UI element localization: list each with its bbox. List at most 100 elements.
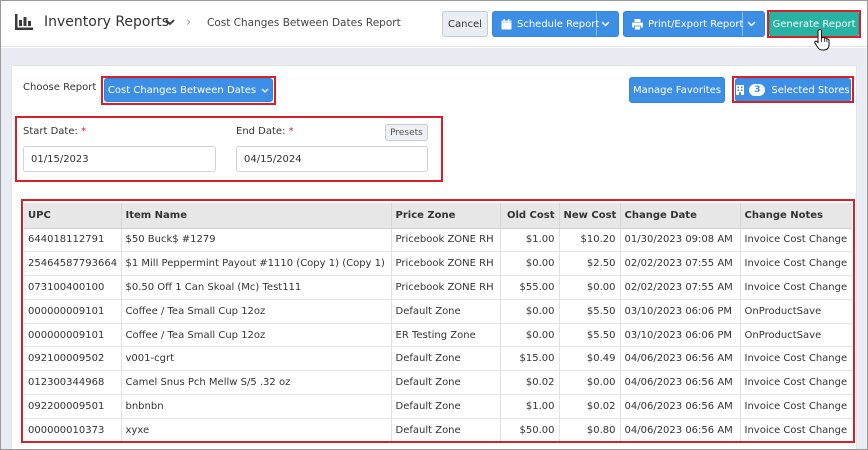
table-row[interactable]: 25464587793664 $1 Mill Peppermint Payout… [24,251,852,277]
required-mark: * [81,126,87,137]
cell-price-zone: Pricebook ZONE RH [391,275,501,300]
start-date-label: Start Date: * [23,126,86,137]
cell-new-cost: $5.50 [559,299,621,324]
cell-price-zone: ER Testing Zone [391,323,501,348]
cell-new-cost: $0.02 [559,394,621,419]
table-row[interactable]: 073100400100 $0.50 Off 1 Can Skoal (Mc) … [24,275,852,300]
cell-upc: 012300344968 [24,370,122,396]
column-header-old-cost[interactable]: Old Cost [500,203,560,229]
cell-old-cost: $15.00 [500,346,560,372]
table-row[interactable]: 000000009101 Coffee / Tea Small Cup 12oz… [24,299,852,324]
cell-item-name: bnbnbn [121,394,392,419]
selected-stores-button[interactable]: 3 Selected Stores [735,78,851,102]
manage-favorites-button[interactable]: Manage Favorites [629,77,725,103]
cell-item-name: $0.50 Off 1 Can Skoal (Mc) Test111 [121,275,392,300]
cell-price-zone: Pricebook ZONE RH [391,251,501,277]
cell-item-name: Camel Snus Pch Mellw S/5 .32 oz [121,370,392,396]
cell-change-notes: OnProductSave [740,299,852,324]
column-header-new-cost[interactable]: New Cost [559,203,621,229]
start-date-label-text: Start Date: [23,126,78,137]
column-header-price-zone[interactable]: Price Zone [391,203,501,229]
cell-change-date: 04/06/2023 06:56 AM [620,370,741,396]
cell-old-cost: $1.00 [500,228,560,253]
cell-change-date: 01/30/2023 09:08 AM [620,228,741,253]
cost-changes-table: UPC Item Name Price Zone Old Cost New Co… [24,203,852,442]
cell-change-notes: Invoice Cost Change [740,370,852,396]
column-header-change-date[interactable]: Change Date [620,203,741,229]
cell-upc: 092200009501 [24,394,122,419]
end-date-input[interactable] [236,146,428,172]
cell-new-cost: $2.50 [559,251,621,277]
cell-item-name: $50 Buck$ #1279 [121,228,392,253]
choose-report-label: Choose Report [23,82,97,93]
calendar-icon [501,18,512,29]
start-date-input[interactable] [23,146,216,172]
cell-change-notes: Invoice Cost Change [740,275,852,300]
cell-old-cost: $0.02 [500,370,560,396]
cell-item-name: v001-cgrt [121,346,392,372]
print-export-button[interactable]: Print/Export Report [623,11,765,37]
cell-change-notes: Invoice Cost Change [740,251,852,277]
cell-change-date: 02/02/2023 07:55 AM [620,275,741,300]
table-row[interactable]: 092200009501 bnbnbn Default Zone $1.00 $… [24,394,852,419]
print-dropdown-toggle[interactable] [742,12,764,36]
cell-upc: 000000010373 [24,418,122,442]
presets-button[interactable]: Presets [385,124,428,141]
cell-item-name: Coffee / Tea Small Cup 12oz [121,323,392,348]
cell-price-zone: Default Zone [391,394,501,419]
choose-report-value: Cost Changes Between Dates [107,84,257,96]
table-row[interactable]: 000000010373 xyxe Default Zone $50.00 $0… [24,418,852,442]
cell-change-date: 04/06/2023 06:56 AM [620,418,741,442]
cell-price-zone: Default Zone [391,370,501,396]
breadcrumb: Cost Changes Between Dates Report [207,17,401,29]
print-export-label: Print/Export Report [648,18,744,30]
cell-upc: 000000009101 [24,299,122,324]
table-row[interactable]: 092100009502 v001-cgrt Default Zone $15.… [24,346,852,372]
cell-change-notes: Invoice Cost Change [740,228,852,253]
chevron-down-icon [746,21,756,27]
cell-change-notes: Invoice Cost Change [740,346,852,372]
cell-old-cost: $0.00 [500,323,560,348]
report-app-icon [15,14,33,30]
column-header-item-name[interactable]: Item Name [121,203,392,229]
cell-item-name: $1 Mill Peppermint Payout #1110 (Copy 1)… [121,251,392,277]
choose-report-dropdown[interactable]: Cost Changes Between Dates [104,78,273,102]
table-row[interactable]: 000000009101 Coffee / Tea Small Cup 12oz… [24,323,852,348]
cell-new-cost: $0.00 [559,370,621,396]
cell-change-notes: OnProductSave [740,323,852,348]
cancel-button[interactable]: Cancel [442,11,488,37]
page-header: Inventory Reports › Cost Changes Between… [1,1,867,47]
table-row[interactable]: 012300344968 Camel Snus Pch Mellw S/5 .3… [24,370,852,396]
cell-price-zone: Default Zone [391,418,501,442]
chevron-down-icon [261,88,269,93]
column-header-upc[interactable]: UPC [24,203,122,229]
chevron-down-icon[interactable] [164,15,176,29]
cell-change-date: 03/10/2023 06:06 PM [620,299,741,324]
cell-new-cost: $0.49 [559,346,621,372]
cell-new-cost: $5.50 [559,323,621,348]
cell-old-cost: $1.00 [500,394,560,419]
cell-upc: 092100009502 [24,346,122,372]
cell-old-cost: $55.00 [500,275,560,300]
cell-change-date: 02/02/2023 07:55 AM [620,251,741,277]
column-header-change-notes[interactable]: Change Notes [740,203,852,229]
cell-item-name: xyxe [121,418,392,442]
selected-stores-label: Selected Stores [771,84,850,96]
cell-price-zone: Default Zone [391,299,501,324]
cell-change-date: 03/10/2023 06:06 PM [620,323,741,348]
cell-upc: 25464587793664 [24,251,122,277]
cell-old-cost: $50.00 [500,418,560,442]
manage-favorites-label: Manage Favorites [632,84,722,96]
schedule-dropdown-toggle[interactable] [596,12,618,36]
cell-upc: 073100400100 [24,275,122,300]
window: Inventory Reports › Cost Changes Between… [0,0,868,450]
required-mark: * [288,126,294,137]
schedule-report-button[interactable]: Schedule Report [492,11,619,37]
table-row[interactable]: 644018112791 $50 Buck$ #1279 Pricebook Z… [24,228,852,253]
cell-old-cost: $0.00 [500,251,560,277]
cell-new-cost: $0.00 [559,275,621,300]
app-title: Inventory Reports [44,14,170,30]
cell-change-notes: Invoice Cost Change [740,418,852,442]
presets-label: Presets [390,127,423,138]
cell-upc: 644018112791 [24,228,122,253]
